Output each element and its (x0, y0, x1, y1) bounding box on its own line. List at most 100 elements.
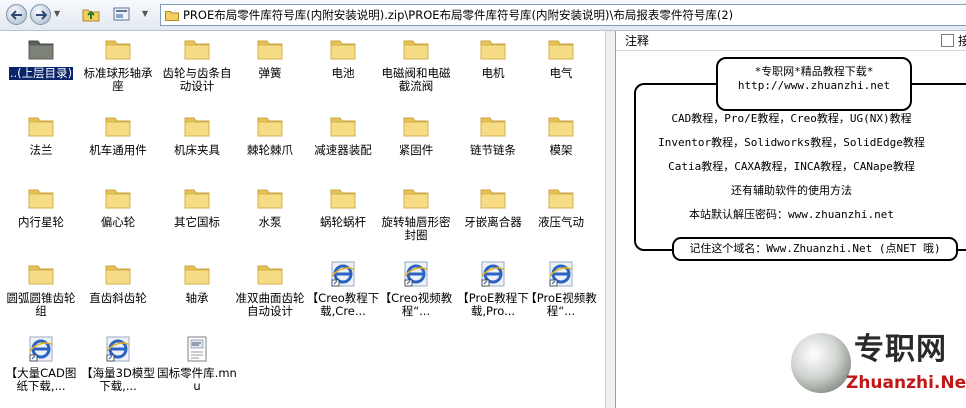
up-folder-icon[interactable] (82, 6, 100, 22)
file-item[interactable]: 紧固件 (375, 111, 457, 157)
file-item[interactable]: 电磁阀和电磁截流阀 (375, 34, 457, 93)
domain-note: 记住这个域名：Www.Zhuanzhi.Net (点NET 哦) (689, 242, 941, 255)
file-label: 水泵 (258, 215, 282, 229)
up-folder-icon (28, 40, 54, 60)
toolbar: ▼ ▼ PROE布局零件库符号库(内附安装说明).zip\PROE布局零件库符号… (0, 0, 966, 31)
folder-icon (330, 40, 356, 60)
logo-ball-icon (791, 333, 851, 393)
file-label: 内行星轮 (18, 215, 64, 229)
file-label: 【ProE视频教程“... (525, 291, 597, 318)
file-label: 机车通用件 (89, 143, 147, 157)
folder-icon (184, 189, 210, 209)
file-label: 牙嵌离合器 (464, 215, 522, 229)
file-item[interactable]: 标准球形轴承座 (77, 34, 159, 93)
file-item[interactable]: 【ProE视频教程“... (520, 259, 602, 318)
file-item[interactable]: ..(上层目录) (0, 34, 82, 80)
file-item[interactable]: 【大量CAD图纸下载,... (0, 334, 82, 393)
file-item[interactable]: 齿轮与齿条自动设计 (156, 34, 238, 93)
comment-title: *专职网*精品教程下载* (754, 65, 874, 78)
file-item[interactable]: 国标零件库.mnu (156, 334, 238, 393)
file-item[interactable]: 直齿斜齿轮 (77, 259, 159, 305)
folder-icon (105, 265, 131, 285)
file-item[interactable]: 【海量3D模型下载,... (77, 334, 159, 393)
comment-url: http://www.zhuanzhi.net (737, 79, 891, 92)
mnu-file-icon (187, 336, 207, 362)
history-dropdown[interactable]: ▼ (54, 10, 62, 18)
folder-icon (548, 189, 574, 209)
file-item[interactable]: 【Creo视频教程“... (375, 259, 457, 318)
file-item[interactable]: 机床夹具 (156, 111, 238, 157)
folder-icon (28, 117, 54, 137)
file-item[interactable]: 准双曲面齿轮自动设计 (229, 259, 311, 318)
domain-note-box: 记住这个域名：Www.Zhuanzhi.Net (点NET 哦) (672, 237, 958, 261)
file-label: 棘轮棘爪 (247, 143, 293, 157)
file-item[interactable]: 其它国标 (156, 183, 238, 229)
file-label: 【Creo教程下载,Cre... (306, 291, 380, 318)
address-path: PROE布局零件库符号库(内附安装说明).zip\PROE布局零件库符号库(内附… (183, 8, 734, 22)
file-label: 直齿斜齿轮 (89, 291, 147, 305)
file-label: 标准球形轴承座 (83, 66, 153, 93)
file-label: 【大量CAD图纸下载,... (5, 366, 77, 393)
file-item[interactable]: 蜗轮蜗杆 (302, 183, 384, 229)
file-label: 【Creo视频教程“... (379, 291, 453, 318)
folder-icon (480, 189, 506, 209)
file-label: 液压气动 (538, 215, 584, 229)
file-item[interactable]: 模架 (520, 111, 602, 157)
comment-line: CAD教程，Pro/E教程，Creo教程，UG(NX)教程 (671, 112, 912, 125)
logo-url: Zhuanzhi.Net (846, 373, 966, 393)
folder-icon (330, 189, 356, 209)
folder-icon (548, 117, 574, 137)
file-item[interactable]: 水泵 (229, 183, 311, 229)
file-label: 电机 (481, 66, 505, 80)
internet-shortcut-icon (481, 261, 505, 287)
arrow-left-icon (10, 9, 22, 20)
file-item[interactable]: 内行星轮 (0, 183, 82, 229)
file-item[interactable]: 液压气动 (520, 183, 602, 229)
views-icon[interactable] (113, 6, 131, 22)
file-item[interactable]: 法兰 (0, 111, 82, 157)
folder-icon (105, 189, 131, 209)
back-button[interactable] (6, 4, 27, 25)
file-item[interactable]: 轴承 (156, 259, 238, 305)
file-label: 齿轮与齿条自动设计 (162, 66, 232, 93)
file-label: 电池 (331, 66, 355, 80)
file-item[interactable]: 减速器装配 (302, 111, 384, 157)
comment-line: Catia教程，CAXA教程，INCA教程，CANape教程 (668, 160, 915, 173)
address-bar[interactable]: PROE布局零件库符号库(内附安装说明).zip\PROE布局零件库符号库(内附… (160, 4, 966, 26)
folder-icon (184, 117, 210, 137)
file-item[interactable]: 圆弧圆锥齿轮组 (0, 259, 82, 318)
file-item[interactable]: 电池 (302, 34, 384, 80)
folder-icon (480, 40, 506, 60)
folder-icon (105, 117, 131, 137)
file-label: 机床夹具 (174, 143, 220, 157)
file-label: 紧固件 (398, 143, 434, 157)
file-label: 国标零件库.mnu (157, 366, 237, 393)
file-label: 【海量3D模型下载,... (81, 366, 155, 393)
file-item[interactable]: 偏心轮 (77, 183, 159, 229)
internet-shortcut-icon (29, 336, 53, 362)
scrollbar[interactable] (605, 31, 615, 408)
logo-text: 专职网 (854, 332, 947, 367)
file-item[interactable]: 【Creo教程下载,Cre... (302, 259, 384, 318)
file-label: 电磁阀和电磁截流阀 (381, 66, 451, 93)
file-item[interactable]: 棘轮棘爪 (229, 111, 311, 157)
comment-header: 注释 (616, 31, 966, 51)
folder-icon (548, 40, 574, 60)
comment-checkbox-label: 接 (958, 34, 966, 48)
comment-line: 本站默认解压密码：www.zhuanzhi.net (689, 208, 894, 221)
file-item[interactable]: 机车通用件 (77, 111, 159, 157)
folder-icon (28, 265, 54, 285)
file-item[interactable]: 电气 (520, 34, 602, 80)
file-label: ..(上层目录) (8, 66, 74, 80)
folder-icon (257, 189, 283, 209)
file-item[interactable]: 旋转轴唇形密封圈 (375, 183, 457, 242)
folder-icon (330, 117, 356, 137)
file-item[interactable]: 弹簧 (229, 34, 311, 80)
comment-checkbox[interactable] (941, 34, 954, 47)
forward-button[interactable] (30, 4, 51, 25)
folder-icon (403, 117, 429, 137)
views-dropdown[interactable]: ▼ (142, 10, 150, 18)
folder-icon (165, 10, 179, 21)
file-label: 电气 (549, 66, 573, 80)
file-label: 蜗轮蜗杆 (320, 215, 366, 229)
